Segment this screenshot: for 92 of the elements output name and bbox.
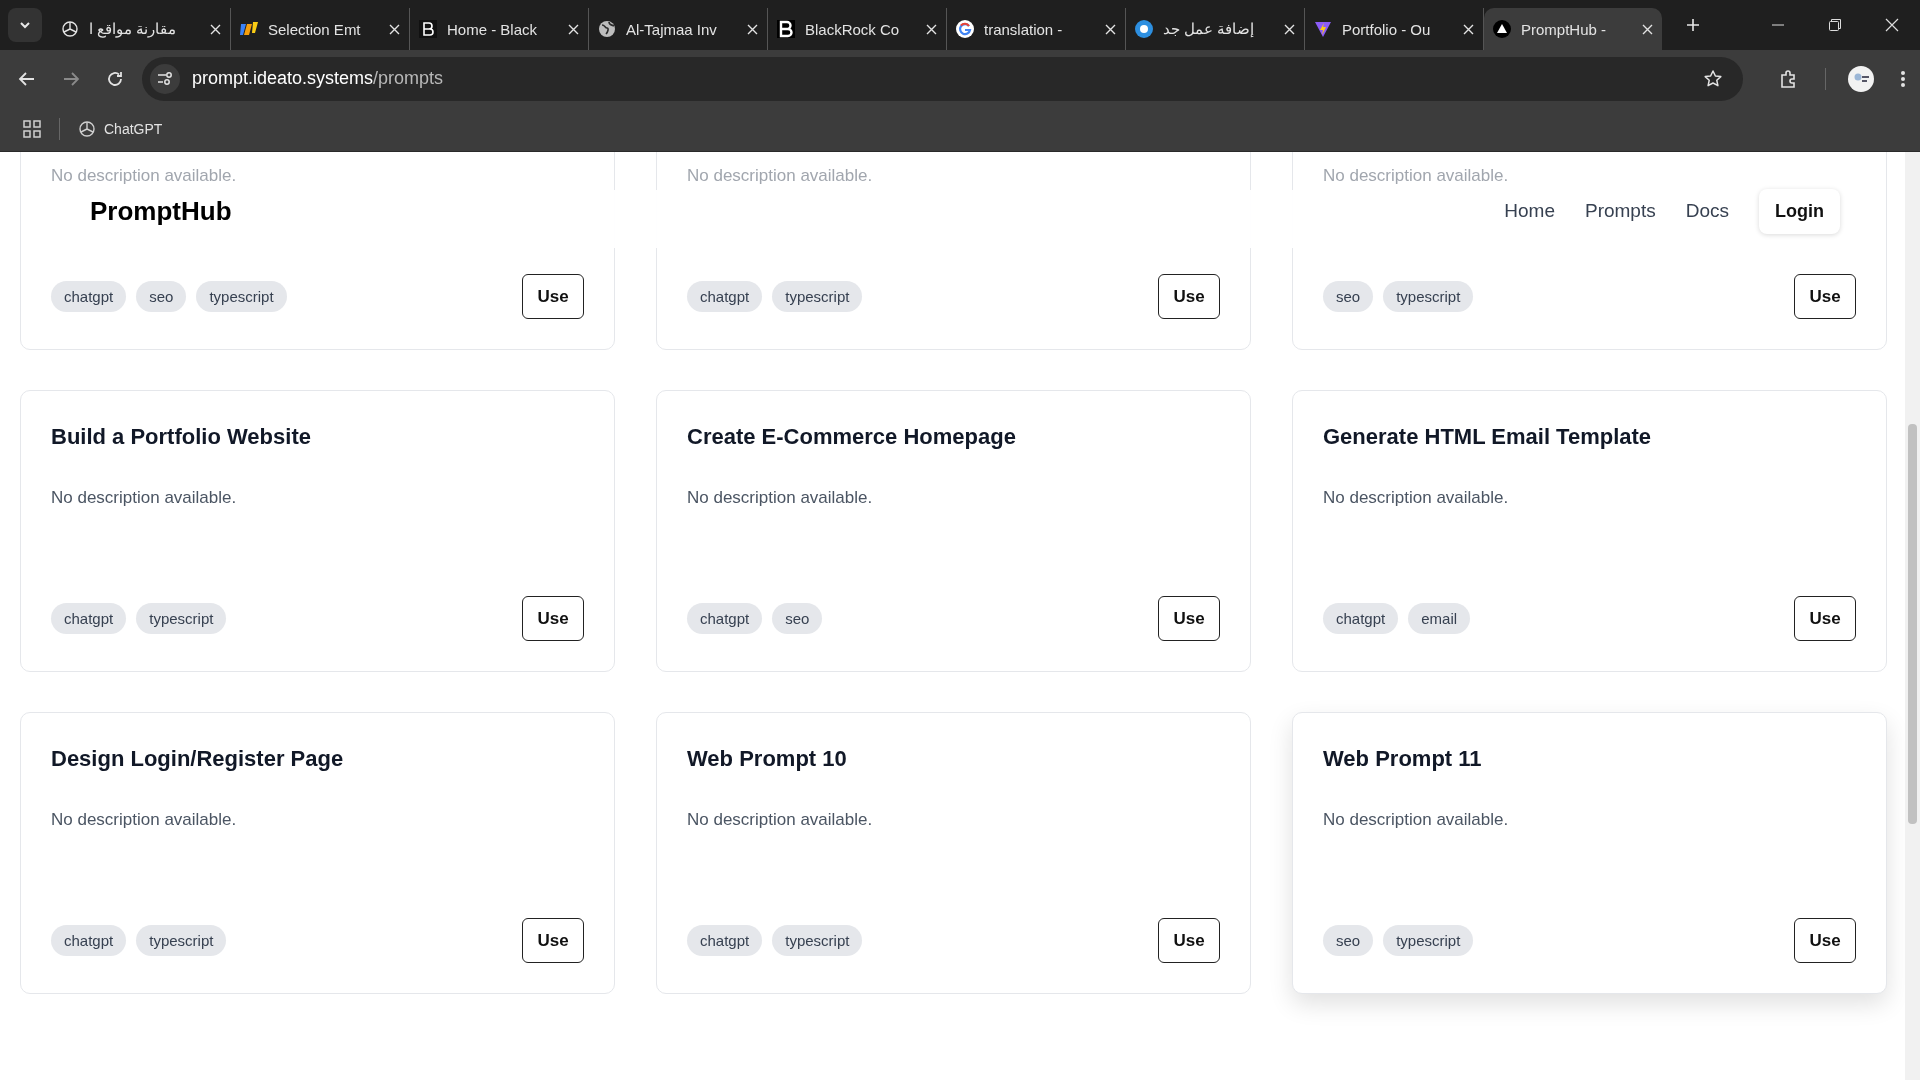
close-icon[interactable] xyxy=(389,23,400,35)
site-settings-icon[interactable] xyxy=(157,70,173,87)
forward-icon[interactable] xyxy=(62,69,80,88)
scrollbar-thumb[interactable] xyxy=(1908,424,1917,824)
tag-chip[interactable]: typescript xyxy=(772,281,863,312)
tag-chip[interactable]: typescript xyxy=(136,603,227,634)
tab-search-button[interactable] xyxy=(8,8,42,42)
tab-title: Home - Black xyxy=(447,20,539,38)
tag-chip[interactable]: chatgpt xyxy=(51,925,127,956)
star-icon[interactable] xyxy=(1703,68,1723,89)
use-button[interactable]: Use xyxy=(522,596,584,641)
tab-title: PromptHub - xyxy=(1521,20,1608,38)
close-icon[interactable] xyxy=(1105,23,1116,35)
tag-chip[interactable]: chatgpt xyxy=(51,603,127,634)
menu-icon[interactable] xyxy=(1900,68,1906,89)
tag-chip[interactable]: chatgpt xyxy=(687,925,763,956)
tag-chip[interactable]: typescript xyxy=(136,925,227,956)
nav-link[interactable]: Docs xyxy=(1685,200,1729,222)
letter-logo-icon xyxy=(777,20,795,38)
card-title: Design Login/Register Page xyxy=(51,745,345,773)
tab-title: Al-Tajmaa Inv xyxy=(626,20,718,38)
close-icon[interactable] xyxy=(1284,23,1295,35)
ring-logo-icon xyxy=(1135,20,1153,38)
close-icon[interactable] xyxy=(926,23,937,35)
tag-chip[interactable]: typescript xyxy=(772,925,863,956)
card-description: No description available. xyxy=(51,165,238,187)
triangle-logo-icon xyxy=(1493,20,1511,38)
globe-icon xyxy=(598,20,616,38)
google-logo-icon xyxy=(956,20,974,38)
tag-chip[interactable]: chatgpt xyxy=(51,281,127,312)
tag-chip[interactable]: email xyxy=(1408,603,1471,634)
card-description: No description available. xyxy=(51,808,238,831)
nav-link[interactable]: Home xyxy=(1504,200,1555,222)
tag-chip[interactable]: typescript xyxy=(1383,925,1474,956)
use-button[interactable]: Use xyxy=(522,274,584,319)
tag-chip[interactable]: seo xyxy=(1323,281,1374,312)
tab-title: BlackRock Co xyxy=(805,20,901,38)
card-title: Build a Portfolio Website xyxy=(51,423,312,451)
use-button[interactable]: Use xyxy=(1794,274,1856,319)
profile-avatar-icon[interactable] xyxy=(1848,65,1874,92)
scrollbar[interactable] xyxy=(1905,152,1920,1080)
card-description: No description available. xyxy=(687,165,874,187)
tag-chip[interactable]: typescript xyxy=(1383,281,1474,312)
tab-title: translation - xyxy=(984,20,1064,38)
browser-tab[interactable]: PromptHub - xyxy=(1484,8,1662,50)
close-icon xyxy=(1884,18,1899,32)
tab-title: مقارنة مواقع ا xyxy=(89,20,178,38)
brand-logo-text[interactable]: PromptHub xyxy=(90,195,232,227)
card-title: Generate HTML Email Template xyxy=(1323,423,1653,451)
tag-chip[interactable]: seo xyxy=(1323,925,1374,956)
close-icon[interactable] xyxy=(210,23,221,35)
tab-title: إضافة عمل جد xyxy=(1163,20,1256,38)
use-button[interactable]: Use xyxy=(1158,596,1220,641)
card-description: No description available. xyxy=(1323,808,1510,831)
tag-chip[interactable]: chatgpt xyxy=(687,603,763,634)
use-button[interactable]: Use xyxy=(522,918,584,963)
card-description: No description available. xyxy=(51,486,238,509)
close-icon[interactable] xyxy=(1642,23,1653,35)
tag-chip[interactable]: seo xyxy=(136,281,187,312)
card-title: Create E-Commerce Homepage xyxy=(687,423,1017,451)
card-title: Web Prompt 10 xyxy=(687,745,848,773)
bookmark-item[interactable]: ChatGPT xyxy=(78,120,163,138)
login-button[interactable]: Login xyxy=(1759,188,1840,234)
reload-icon[interactable] xyxy=(106,69,124,88)
tab-title: Portfolio - Ou xyxy=(1342,20,1432,38)
card-description: No description available. xyxy=(1323,486,1510,509)
close-icon[interactable] xyxy=(747,23,758,35)
apps-grid-icon[interactable] xyxy=(23,120,41,138)
use-button[interactable]: Use xyxy=(1794,596,1856,641)
restore-icon xyxy=(1828,19,1841,31)
tag-chip[interactable]: chatgpt xyxy=(687,281,763,312)
use-button[interactable]: Use xyxy=(1158,274,1220,319)
card-description: No description available. xyxy=(687,808,874,831)
use-button[interactable]: Use xyxy=(1158,918,1220,963)
tag-chip[interactable]: typescript xyxy=(196,281,287,312)
close-icon[interactable] xyxy=(568,23,579,35)
card-description: No description available. xyxy=(687,486,874,509)
tag-chip[interactable]: chatgpt xyxy=(1323,603,1399,634)
tiles-logo-icon xyxy=(240,20,258,38)
plus-icon xyxy=(1686,18,1700,32)
letter-logo-icon xyxy=(419,20,437,38)
card-title: Web Prompt 11 xyxy=(1323,745,1483,773)
address-bar[interactable]: prompt.ideato.systems/prompts xyxy=(142,56,1743,101)
use-button[interactable]: Use xyxy=(1794,918,1856,963)
bolt-logo-icon xyxy=(1314,20,1332,38)
tag-chip[interactable]: seo xyxy=(772,603,823,634)
close-icon[interactable] xyxy=(1463,23,1474,35)
tab-title: Selection Emt xyxy=(268,20,362,38)
url-text: prompt.ideato.systems/prompts xyxy=(192,68,444,89)
back-icon[interactable] xyxy=(18,69,36,88)
nav-link[interactable]: Prompts xyxy=(1584,200,1656,222)
card-description: No description available. xyxy=(1323,165,1510,187)
